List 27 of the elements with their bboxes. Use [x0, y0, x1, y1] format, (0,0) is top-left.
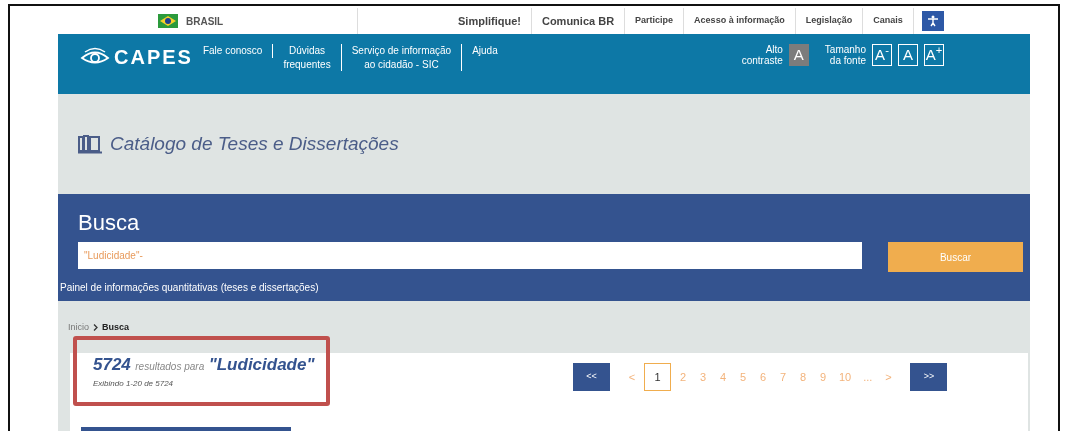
header-nav-link[interactable]: Serviço de informação ao cidadão - SIC	[341, 44, 463, 71]
country-label: BRASIL	[186, 14, 224, 29]
dashboard-link[interactable]: Painel de informações quantitativas (teses e dissertações)	[60, 280, 319, 295]
first-page-button[interactable]: <<	[573, 363, 610, 391]
font-size-button[interactable]: A	[898, 44, 918, 66]
accessibility-icon[interactable]	[921, 11, 944, 31]
font-size-button[interactable]: A$^{+}$	[924, 44, 944, 66]
results-summary: 5724 resultados para "Ludicidade"	[93, 354, 316, 376]
ellipsis: ...	[862, 369, 874, 385]
book-icon	[78, 134, 102, 154]
page-link[interactable]: 1	[644, 363, 671, 391]
catalog-title: Catálogo de Teses e Dissertações	[110, 131, 399, 156]
header-nav-link[interactable]: Ajuda	[462, 44, 508, 58]
chevron-icon	[93, 324, 98, 332]
search-heading: Busca	[78, 210, 141, 237]
breadcrumb-item: Busca	[102, 321, 130, 334]
header-nav-link[interactable]: Fale conosco	[192, 44, 274, 58]
results-range: Exibindo 1-20 de 5724	[93, 377, 175, 390]
font-size-label: Tamanho da fonte	[824, 44, 866, 66]
last-page-button[interactable]: >>	[910, 363, 948, 391]
breadcrumb-item[interactable]: Inicio	[68, 321, 89, 335]
flag-icon	[158, 14, 178, 28]
contrast-button[interactable]: A	[788, 44, 809, 66]
font-size-button[interactable]: A$^{-}$	[872, 44, 892, 66]
logo-text: CAPES	[114, 45, 193, 70]
contrast-label: Alto contraste	[741, 44, 783, 66]
header-nav-link[interactable]: Dúvidas frequentes	[273, 44, 342, 71]
